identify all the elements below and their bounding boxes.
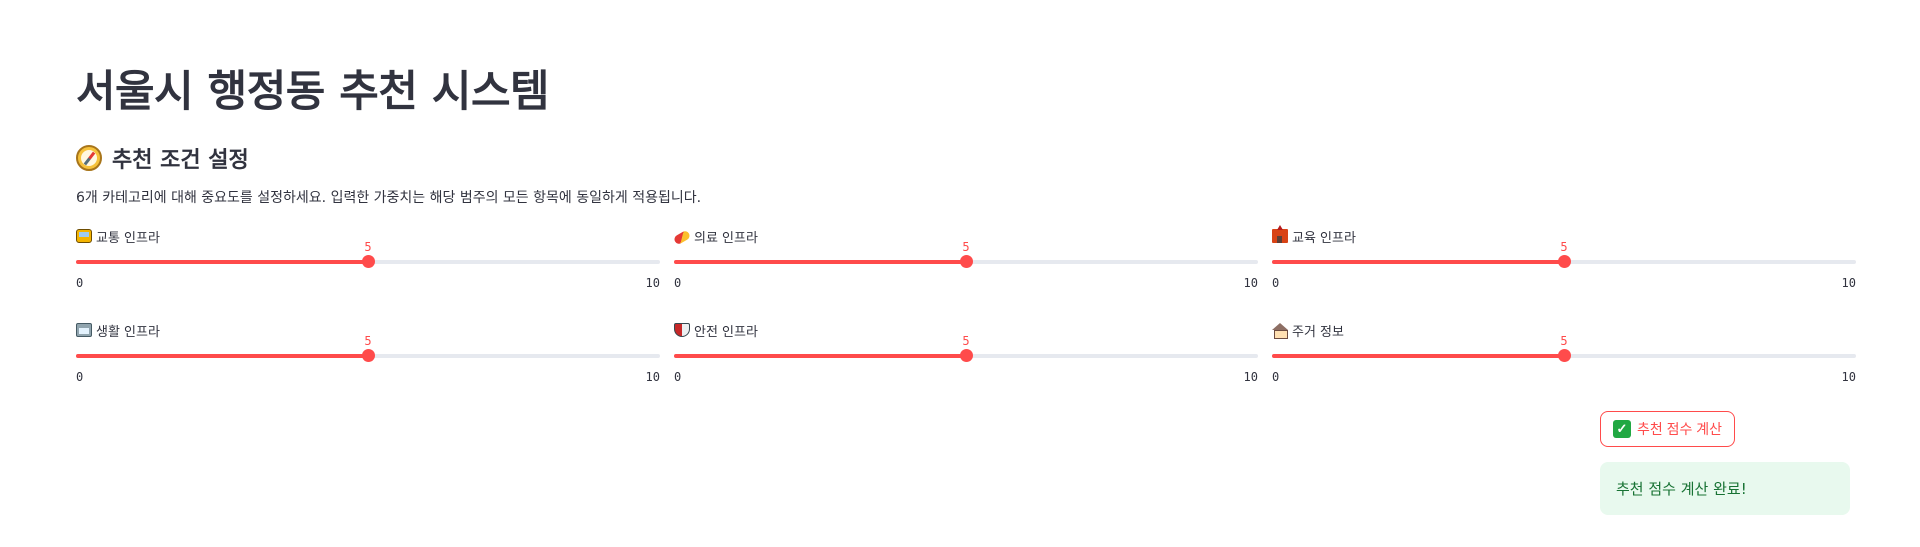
check-mark-icon: ✓	[1613, 420, 1631, 438]
slider-thumb[interactable]	[960, 349, 973, 362]
slider-housing[interactable]: 주거 정보 5 0 10	[1272, 320, 1856, 390]
slider-value: 5	[962, 334, 970, 348]
slider-max: 10	[645, 370, 660, 384]
section-description: 6개 카테고리에 대해 중요도를 설정하세요. 입력한 가중치는 해당 범주의 …	[76, 190, 702, 206]
slider-fill	[1272, 260, 1564, 264]
pill-icon	[672, 229, 692, 245]
success-message-text: 추천 점수 계산 완료!	[1616, 480, 1747, 498]
calculate-score-button[interactable]: ✓ 추천 점수 계산	[1600, 411, 1736, 447]
slider-min: 0	[674, 370, 682, 384]
slider-max: 10	[645, 276, 660, 290]
slider-label-text: 주거 정보	[1292, 324, 1344, 340]
slider-max: 10	[1841, 276, 1856, 290]
convenience-store-icon	[76, 323, 92, 337]
slider-medical[interactable]: 의료 인프라 5 0 10	[672, 226, 1258, 296]
slider-fill	[76, 260, 368, 264]
school-icon	[1272, 225, 1288, 243]
calculate-score-button-label: 추천 점수 계산	[1637, 421, 1723, 437]
slider-fill	[1272, 354, 1564, 358]
slider-value: 5	[1560, 334, 1568, 348]
slider-label: 교육 인프라	[1272, 225, 1356, 246]
slider-label: 생활 인프라	[76, 320, 160, 340]
slider-label-text: 교통 인프라	[96, 230, 160, 246]
slider-fill	[674, 354, 966, 358]
slider-label-text: 안전 인프라	[694, 324, 758, 340]
slider-label-text: 의료 인프라	[694, 230, 758, 246]
slider-min: 0	[1272, 276, 1280, 290]
slider-label-text: 교육 인프라	[1292, 230, 1356, 246]
slider-min: 0	[1272, 370, 1280, 384]
slider-education[interactable]: 교육 인프라 5 0 10	[1272, 225, 1856, 296]
slider-safety[interactable]: 안전 인프라 5 0 10	[674, 320, 1258, 390]
slider-thumb[interactable]	[362, 255, 375, 268]
success-message: 추천 점수 계산 완료!	[1600, 462, 1850, 515]
compass-icon	[76, 145, 102, 171]
bus-icon	[76, 229, 92, 243]
slider-label: 의료 인프라	[672, 226, 758, 246]
slider-thumb[interactable]	[362, 349, 375, 362]
slider-label: 교통 인프라	[76, 226, 160, 246]
slider-value: 5	[1560, 240, 1568, 254]
slider-label: 주거 정보	[1272, 320, 1344, 340]
section-title: 추천 조건 설정	[112, 148, 249, 173]
slider-value: 5	[364, 240, 372, 254]
slider-value: 5	[962, 240, 970, 254]
house-icon	[1272, 323, 1288, 339]
page-title: 서울시 행정동 추천 시스템	[76, 67, 550, 117]
slider-max: 10	[1243, 370, 1258, 384]
slider-min: 0	[76, 370, 84, 384]
slider-min: 0	[674, 276, 682, 290]
slider-max: 10	[1841, 370, 1856, 384]
shield-icon	[674, 323, 690, 337]
slider-living[interactable]: 생활 인프라 5 0 10	[76, 320, 660, 390]
slider-value: 5	[364, 334, 372, 348]
slider-transport[interactable]: 교통 인프라 5 0 10	[76, 226, 660, 296]
slider-thumb[interactable]	[1558, 255, 1571, 268]
main-content: 서울시 행정동 추천 시스템 추천 조건 설정 6개 카테고리에 대해 중요도를…	[76, 0, 1856, 547]
slider-max: 10	[1243, 276, 1258, 290]
slider-label-text: 생활 인프라	[96, 324, 160, 340]
slider-fill	[76, 354, 368, 358]
slider-thumb[interactable]	[960, 255, 973, 268]
section-header: 추천 조건 설정	[76, 142, 249, 174]
slider-thumb[interactable]	[1558, 349, 1571, 362]
slider-label: 안전 인프라	[674, 320, 758, 340]
slider-min: 0	[76, 276, 84, 290]
slider-fill	[674, 260, 966, 264]
